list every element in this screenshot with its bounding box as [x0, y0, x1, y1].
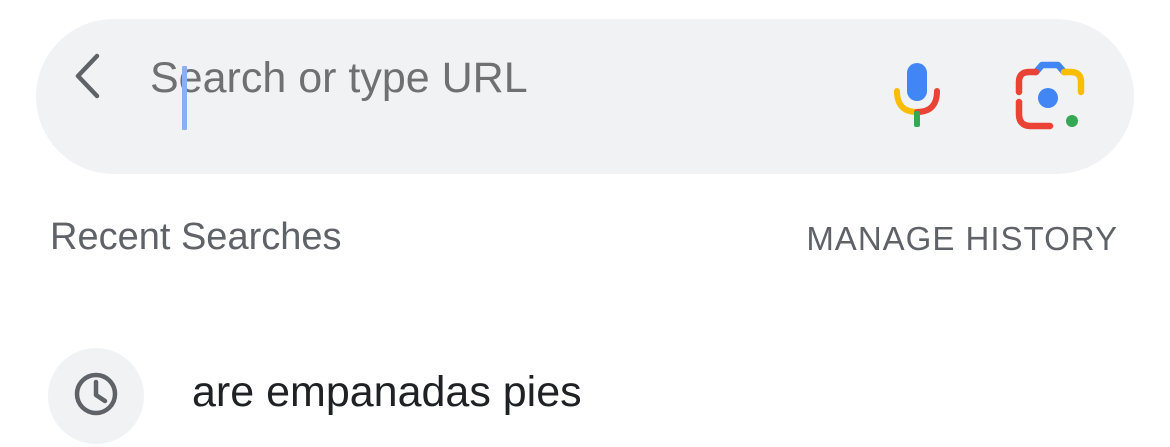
- voice-search-button[interactable]: [880, 54, 954, 142]
- microphone-icon: [893, 61, 941, 136]
- back-button[interactable]: [62, 52, 114, 104]
- history-item-text: are empanadas pies: [192, 368, 582, 416]
- clock-icon: [73, 371, 119, 422]
- manage-history-button[interactable]: MANAGE HISTORY: [806, 220, 1118, 258]
- text-cursor: [182, 66, 187, 130]
- history-item[interactable]: are empanadas pies: [0, 330, 1170, 447]
- google-lens-icon: [1014, 60, 1086, 137]
- google-lens-button[interactable]: [1004, 52, 1096, 144]
- search-input[interactable]: [150, 38, 830, 118]
- chevron-left-icon: [73, 53, 103, 104]
- recent-searches-heading: Recent Searches: [50, 216, 342, 258]
- history-icon-container: [48, 348, 144, 444]
